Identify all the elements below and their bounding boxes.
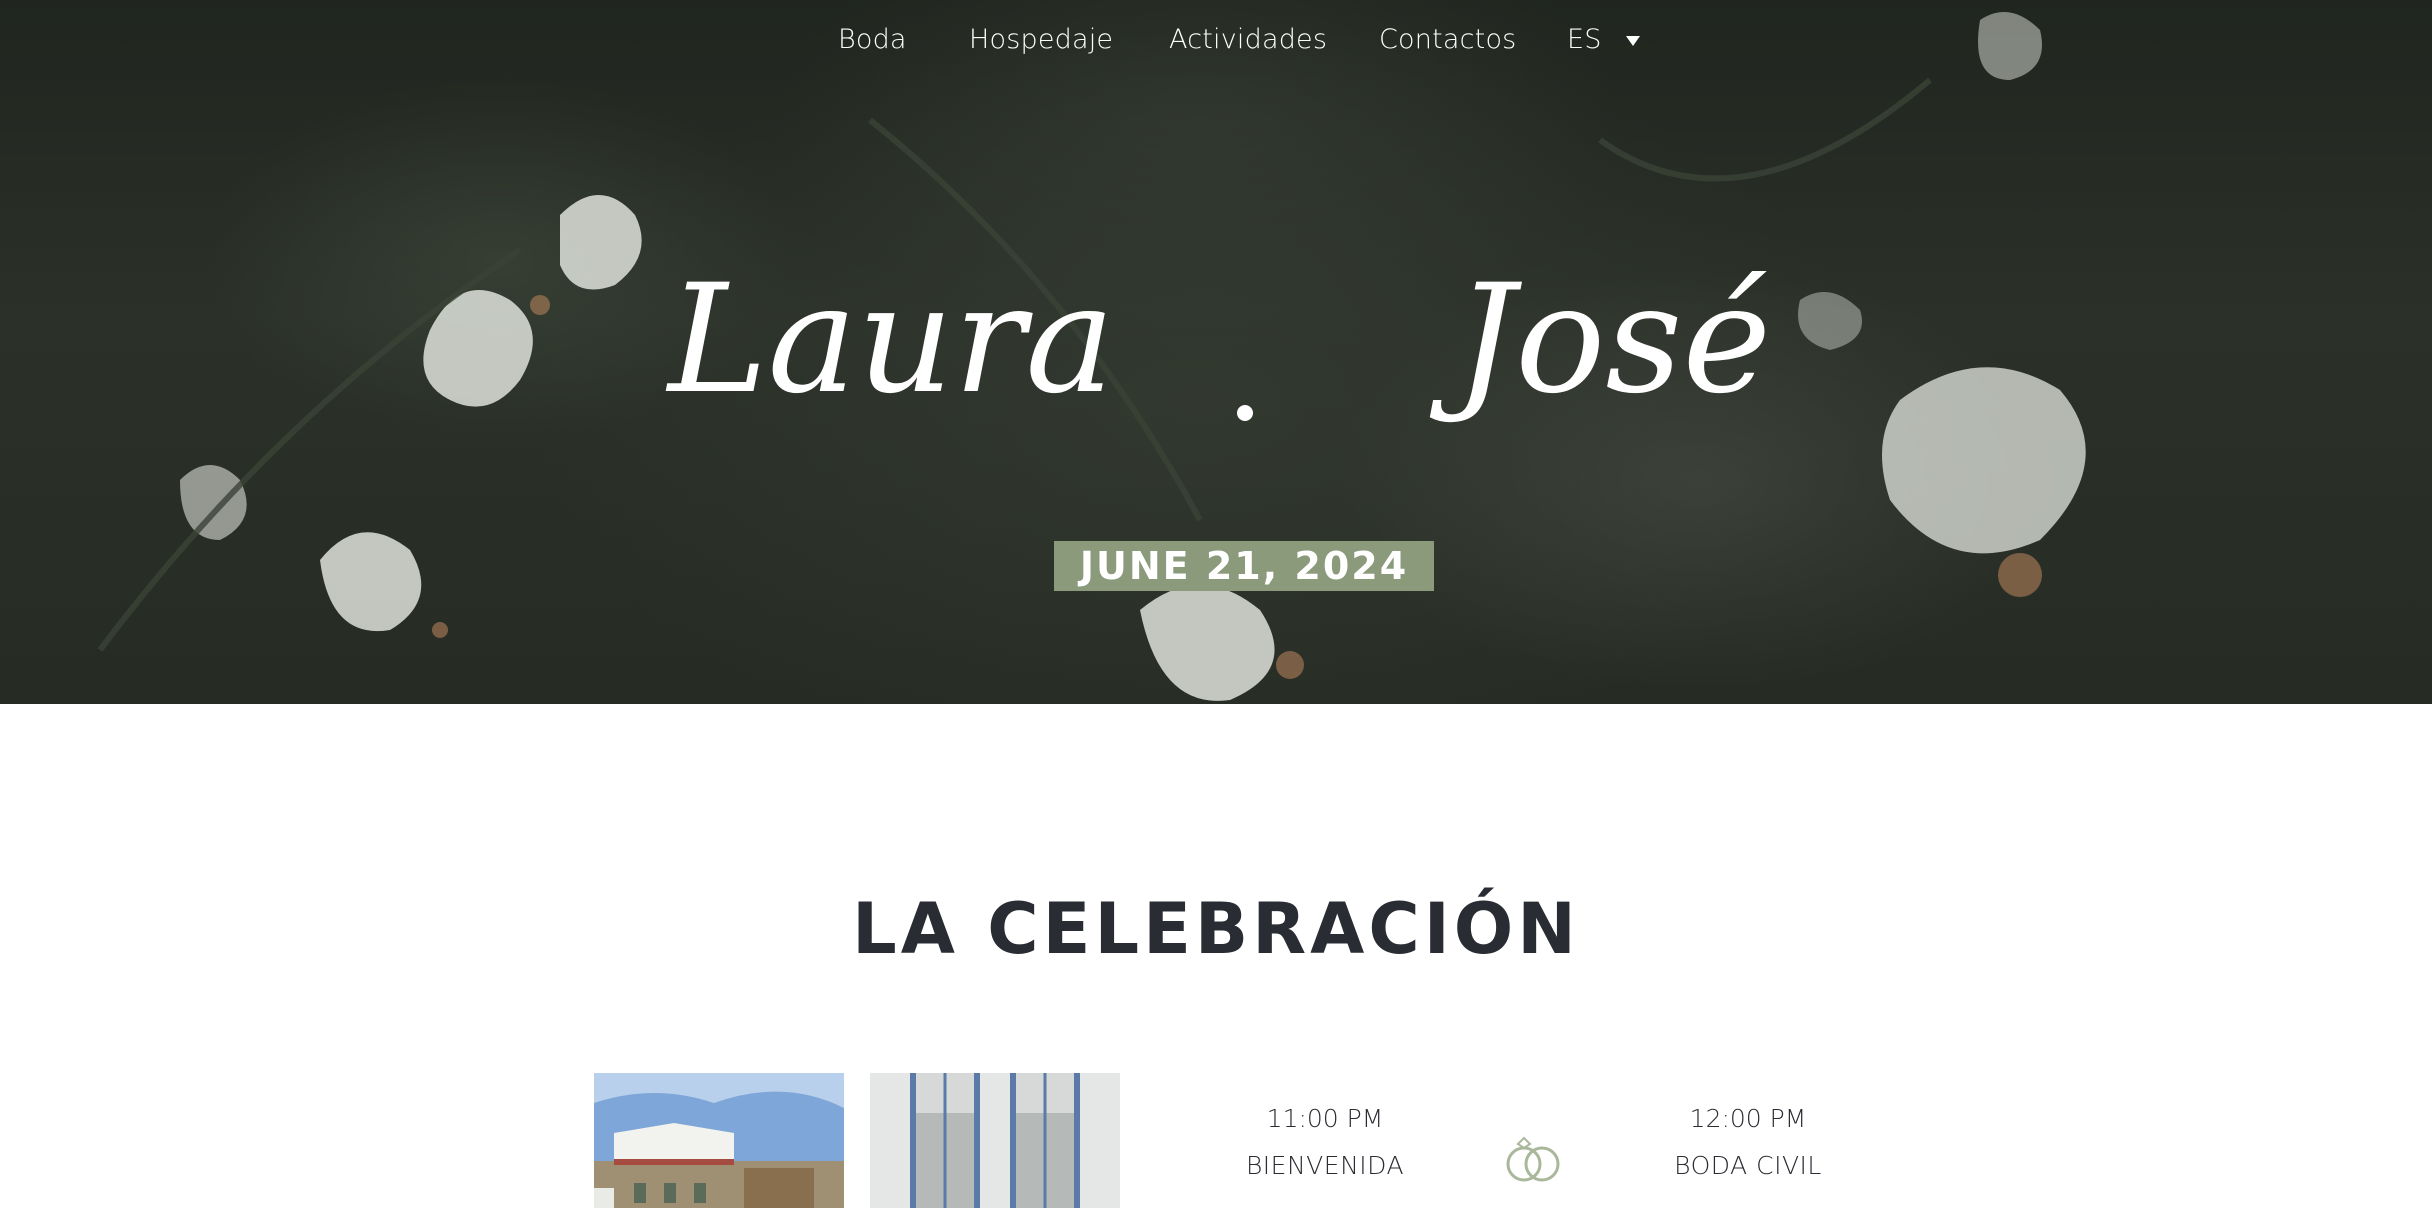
venue-photo-exterior xyxy=(594,1073,844,1208)
main-navigation: Boda Hospedaje Actividades Contactos ES xyxy=(0,20,2432,64)
venue-photo-windows xyxy=(870,1073,1120,1208)
chevron-down-icon xyxy=(1625,35,1640,46)
wedding-date: JUNE 21, 2024 xyxy=(1054,541,1434,591)
language-current: ES xyxy=(1567,24,1602,55)
name-right: José xyxy=(1455,253,1772,427)
event-civil-wedding: 12:00 PM BODA CIVIL xyxy=(1638,1104,1858,1180)
nav-link-contactos[interactable]: Contactos xyxy=(1379,24,1516,55)
nav-link-actividades[interactable]: Actividades xyxy=(1169,24,1327,55)
section-title: LA CELEBRACIÓN xyxy=(852,888,1580,971)
name-left: Laura xyxy=(668,253,1115,427)
event-time: 12:00 PM xyxy=(1689,1104,1807,1133)
separator-dot xyxy=(1237,405,1253,421)
event-label: BODA CIVIL xyxy=(1674,1151,1822,1180)
language-selector[interactable]: ES xyxy=(1567,24,1640,55)
nav-link-boda[interactable]: Boda xyxy=(838,24,907,55)
event-label: BIENVENIDA xyxy=(1245,1151,1405,1180)
hero-banner: Boda Hospedaje Actividades Contactos ES … xyxy=(0,0,2432,704)
flowers-decoration xyxy=(97,12,2086,701)
event-time: 11:00 PM xyxy=(1266,1104,1384,1133)
event-welcome: 11:00 PM BIENVENIDA xyxy=(1215,1104,1435,1180)
rings-icon xyxy=(1502,1134,1564,1189)
nav-link-hospedaje[interactable]: Hospedaje xyxy=(969,24,1113,55)
